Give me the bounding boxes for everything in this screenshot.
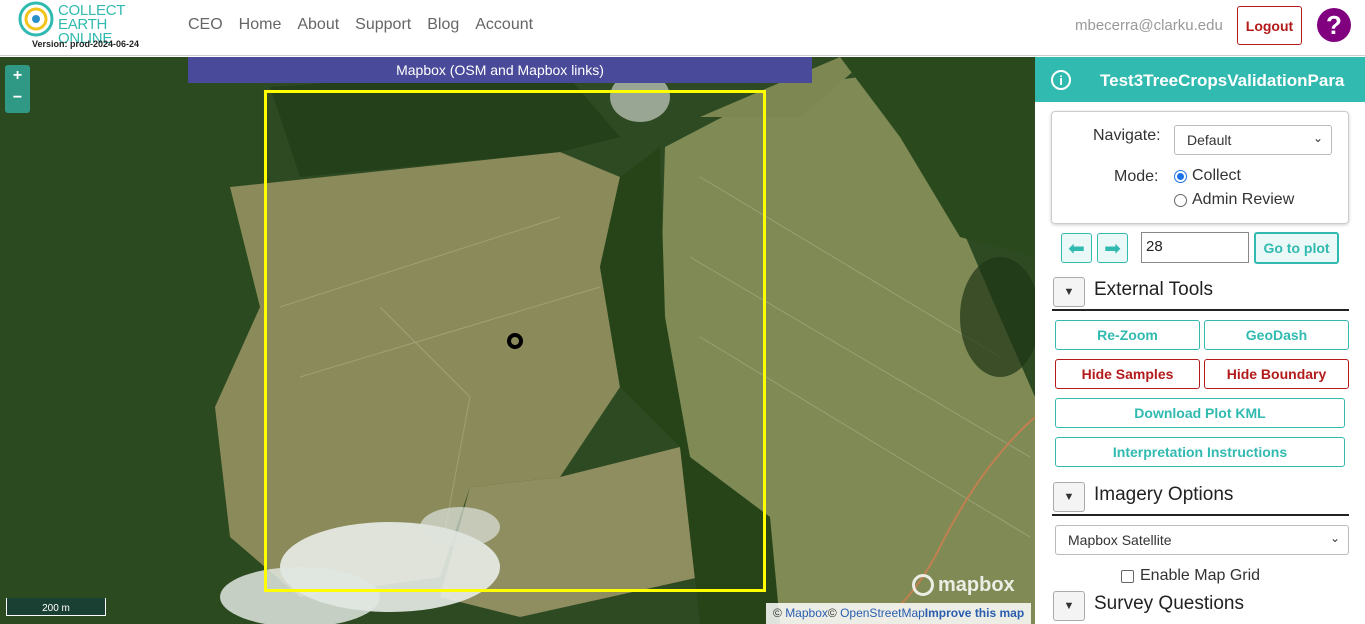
top-navbar: COLLECT EARTH ONLINE Version: prod-2024-… [0,0,1365,56]
mapbox-logo-icon [912,574,934,596]
imagery-options-toggle[interactable]: ▼ [1053,482,1085,512]
external-tools-toggle[interactable]: ▼ [1053,277,1085,307]
map-view[interactable]: + − Mapbox (OSM and Mapbox links) 200 m … [0,57,1035,624]
hide-boundary-button[interactable]: Hide Boundary [1204,359,1349,389]
map-attribution: © Mapbox© OpenStreetMapImprove this map [766,603,1032,624]
map-grid-label: Enable Map Grid [1140,567,1261,584]
version-label: Version: prod-2024-06-24 [32,39,140,49]
nav-about[interactable]: About [297,16,339,34]
attribution-copyright: © [827,606,837,620]
download-plot-kml-button[interactable]: Download Plot KML [1055,398,1345,428]
mode-label: Mode: [1114,168,1159,185]
geodash-button[interactable]: GeoDash [1204,320,1349,350]
mapbox-link[interactable]: Mapbox [785,606,828,620]
imagery-attribution-banner: Mapbox (OSM and Mapbox links) [188,57,812,83]
interpretation-instructions-button[interactable]: Interpretation Instructions [1055,437,1345,467]
map-grid-checkbox[interactable] [1121,569,1134,583]
zoom-in-button[interactable]: + [5,65,30,87]
enable-map-grid-option[interactable]: Enable Map Grid [1121,567,1260,585]
mode-collect-label: Collect [1192,167,1241,184]
survey-questions-title: Survey Questions [1094,593,1244,614]
zoom-out-button[interactable]: − [5,87,30,109]
mode-admin-review-label: Admin Review [1192,191,1295,208]
user-email: mbecerra@clarku.edu [1075,17,1223,34]
attribution-copyright: © [773,606,782,620]
nav-ceo[interactable]: CEO [188,16,223,34]
caret-down-icon: ▼ [1063,600,1075,612]
project-title: Test3TreeCropsValidationPara [1100,71,1345,90]
radio-collect[interactable] [1174,169,1187,183]
ceo-logo[interactable]: COLLECT EARTH ONLINE Version: prod-2024-… [14,0,174,54]
nav-account[interactable]: Account [475,16,533,34]
zoom-control: + − [5,65,30,113]
mapbox-logo[interactable]: mapbox [912,572,1015,598]
sample-point[interactable] [507,333,523,349]
caret-down-icon: ▼ [1063,286,1075,298]
chevron-down-icon: ⌄ [1329,531,1340,545]
logout-button[interactable]: Logout [1237,6,1302,45]
help-icon[interactable]: ? [1317,8,1351,42]
improve-map-link[interactable]: Improve this map [925,606,1024,620]
radio-admin-review[interactable] [1174,193,1187,207]
imagery-options-section: ▼ Imagery Options [1052,480,1349,516]
mapbox-logo-text: mapbox [938,573,1015,596]
imagery-select-value: Mapbox Satellite [1068,532,1172,548]
navigation-card: Navigate: Default ⌄ Mode: Collect Admin … [1051,111,1349,224]
survey-questions-toggle[interactable]: ▼ [1053,591,1085,621]
rezoom-button[interactable]: Re-Zoom [1055,320,1200,350]
nav-home[interactable]: Home [239,16,282,34]
openstreetmap-link[interactable]: OpenStreetMap [840,606,925,620]
survey-questions-section: ▼ Survey Questions [1052,589,1349,624]
arrow-left-icon: ⬅ [1068,237,1085,260]
next-plot-button[interactable]: ➡ [1097,233,1128,263]
external-tools-section: ▼ External Tools [1052,275,1349,311]
go-to-plot-button[interactable]: Go to plot [1254,232,1339,264]
external-tools-title: External Tools [1094,279,1213,300]
mode-admin-review-option[interactable]: Admin Review [1174,191,1294,209]
imagery-select[interactable]: Mapbox Satellite ⌄ [1055,525,1349,555]
nav-support[interactable]: Support [355,16,411,34]
scale-bar: 200 m [6,598,106,616]
nav-blog[interactable]: Blog [427,16,459,34]
globe-logo-icon [18,1,54,37]
chevron-down-icon: ⌄ [1312,131,1323,145]
collection-side-panel: i Test3TreeCropsValidationPara Navigate:… [1035,57,1365,624]
navigate-select[interactable]: Default ⌄ [1174,125,1332,155]
arrow-right-icon: ➡ [1104,237,1121,260]
imagery-options-title: Imagery Options [1094,484,1234,505]
navigate-value: Default [1187,132,1232,148]
plot-number-input[interactable]: 28 [1141,232,1249,263]
info-icon[interactable]: i [1051,70,1071,90]
mode-collect-option[interactable]: Collect [1174,167,1241,185]
caret-down-icon: ▼ [1063,491,1075,503]
panel-header: i Test3TreeCropsValidationPara [1035,57,1365,102]
navigate-label: Navigate: [1093,127,1161,144]
previous-plot-button[interactable]: ⬅ [1061,233,1092,263]
hide-samples-button[interactable]: Hide Samples [1055,359,1200,389]
nav-links: CEO Home About Support Blog Account [188,16,533,34]
